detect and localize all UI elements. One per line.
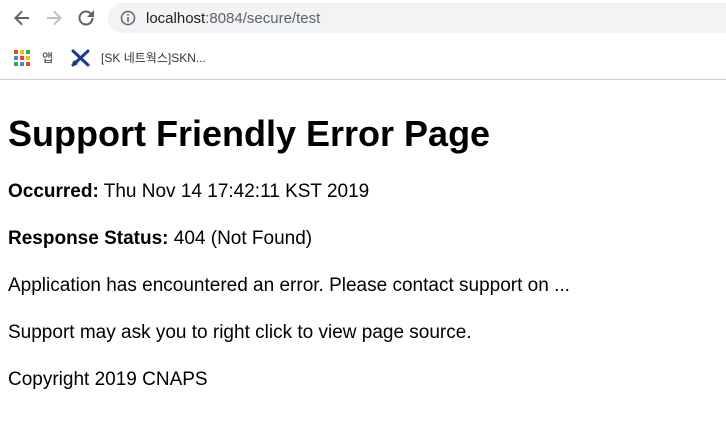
back-arrow-icon — [14, 10, 29, 26]
url-host: localhost — [146, 9, 206, 27]
address-bar[interactable]: localhost:8084/secure/test — [108, 3, 726, 33]
back-button[interactable] — [6, 2, 38, 34]
bookmark-skn-label: [SK 네트웍스]SKN... — [101, 51, 206, 65]
apps-grid-icon — [14, 49, 30, 66]
page-title: Support Friendly Error Page — [8, 113, 491, 154]
support-note: Support may ask you to right click to vi… — [8, 322, 472, 343]
bookmark-apps[interactable]: 앱 — [14, 49, 53, 66]
info-icon[interactable] — [120, 10, 136, 26]
copyright: Copyright 2019 CNAPS — [8, 369, 208, 390]
reload-button[interactable] — [70, 2, 102, 34]
error-message: Application has encountered an error. Pl… — [8, 275, 570, 296]
bookmark-skn[interactable]: [SK 네트웍스]SKN... — [71, 49, 206, 67]
status-value: 404 (Not Found) — [173, 228, 313, 249]
bookmarks-bar: 앱 [SK 네트웍스]SKN... — [0, 36, 726, 80]
occurred-label: Occurred: — [8, 181, 99, 202]
url-path: :8084/secure/test — [205, 9, 321, 27]
occurred-value: Thu Nov 14 17:42:11 KST 2019 — [103, 181, 370, 202]
status-line: Response Status: 404 (Not Found) — [8, 227, 718, 251]
bookmark-apps-label: 앱 — [42, 51, 54, 65]
reload-icon — [78, 10, 94, 26]
browser-toolbar: localhost:8084/secure/test — [0, 0, 726, 36]
page-content: Support Friendly Error Page Occurred: Th… — [0, 80, 726, 392]
scissors-x-icon — [71, 49, 91, 67]
status-label: Response Status: — [8, 228, 169, 249]
forward-arrow-icon — [47, 10, 62, 26]
occurred-line: Occurred: Thu Nov 14 17:42:11 KST 2019 — [8, 180, 718, 204]
forward-button[interactable] — [38, 2, 70, 34]
